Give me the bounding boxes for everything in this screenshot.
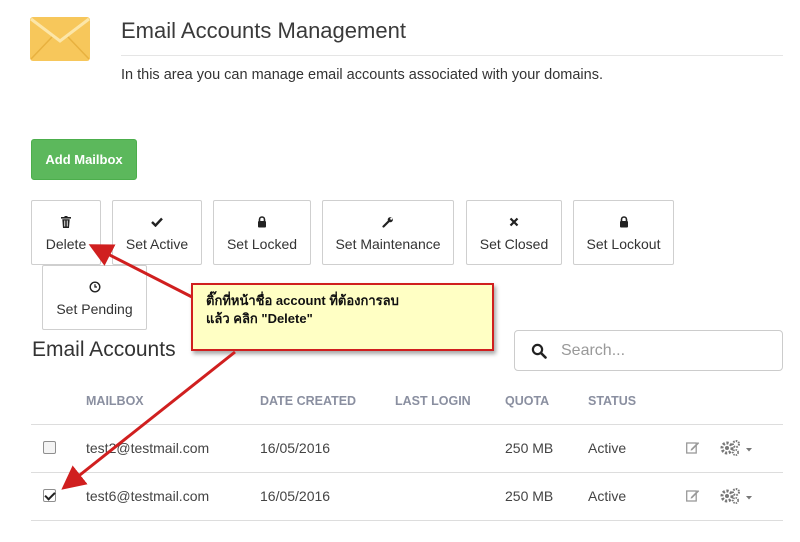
row-checkbox[interactable] <box>43 441 56 454</box>
gear-dropdown-icon[interactable] <box>720 439 756 457</box>
date-created-cell: 16/05/2016 <box>260 440 331 456</box>
edit-icon[interactable] <box>686 489 700 502</box>
callout-line-2: แล้ว คลิก "Delete" <box>206 311 313 326</box>
page-title: Email Accounts Management <box>121 18 406 43</box>
edit-icon[interactable] <box>686 441 700 454</box>
lock-icon <box>619 213 629 231</box>
trash-icon <box>61 213 71 231</box>
set-maintenance-button[interactable]: Set Maintenance <box>322 200 454 265</box>
date-created-cell: 16/05/2016 <box>260 488 331 504</box>
search-box <box>514 330 783 371</box>
set-lockout-button[interactable]: Set Lockout <box>573 200 674 265</box>
row-checkbox-checked[interactable] <box>43 489 56 502</box>
wrench-icon <box>382 213 394 231</box>
email-accounts-heading: Email Accounts <box>32 338 176 361</box>
set-closed-button[interactable]: Set Closed <box>466 200 562 265</box>
search-icon <box>531 343 547 359</box>
mailbox-cell: test6@testmail.com <box>86 488 210 504</box>
column-header-quota[interactable]: QUOTA <box>505 394 549 408</box>
status-cell: Active <box>588 440 627 456</box>
set-pending-button[interactable]: Set Pending <box>42 265 147 330</box>
set-active-button[interactable]: Set Active <box>112 200 202 265</box>
add-mailbox-button[interactable]: Add Mailbox <box>31 139 137 180</box>
annotation-callout: ติ๊กที่หน้าชื่อ account ที่ต้องการลบ แล้… <box>191 283 494 351</box>
lock-icon <box>257 213 267 231</box>
column-header-last-login[interactable]: LAST LOGIN <box>395 394 471 408</box>
status-cell: Active <box>588 488 627 504</box>
set-maintenance-label: Set Maintenance <box>335 236 441 252</box>
table-header-divider <box>31 424 783 425</box>
callout-line-1: ติ๊กที่หน้าชื่อ account ที่ต้องการลบ <box>206 293 399 308</box>
column-header-mailbox[interactable]: MAILBOX <box>86 394 144 408</box>
gear-dropdown-icon[interactable] <box>720 487 756 505</box>
clock-icon <box>88 278 101 296</box>
table-row-divider <box>31 472 783 473</box>
mailbox-cell: test2@testmail.com <box>86 440 210 456</box>
quota-cell: 250 MB <box>505 440 554 456</box>
table-bottom-divider <box>31 520 783 521</box>
header-divider <box>121 55 783 56</box>
times-icon <box>509 213 519 231</box>
arrow-to-checkbox <box>61 350 236 490</box>
quota-cell: 250 MB <box>505 488 554 504</box>
search-input[interactable] <box>559 339 769 363</box>
set-locked-button[interactable]: Set Locked <box>213 200 311 265</box>
delete-button[interactable]: Delete <box>31 200 101 265</box>
check-icon <box>151 213 163 231</box>
column-header-date-created[interactable]: DATE CREATED <box>260 394 356 408</box>
set-closed-label: Set Closed <box>479 236 549 252</box>
envelope-icon <box>30 17 90 61</box>
set-locked-label: Set Locked <box>226 236 298 252</box>
delete-label: Delete <box>45 236 87 252</box>
page-description: In this area you can manage email accoun… <box>121 67 603 83</box>
set-lockout-label: Set Lockout <box>586 236 661 252</box>
column-header-status[interactable]: STATUS <box>588 394 636 408</box>
set-active-label: Set Active <box>125 236 189 252</box>
set-pending-label: Set Pending <box>56 301 133 317</box>
